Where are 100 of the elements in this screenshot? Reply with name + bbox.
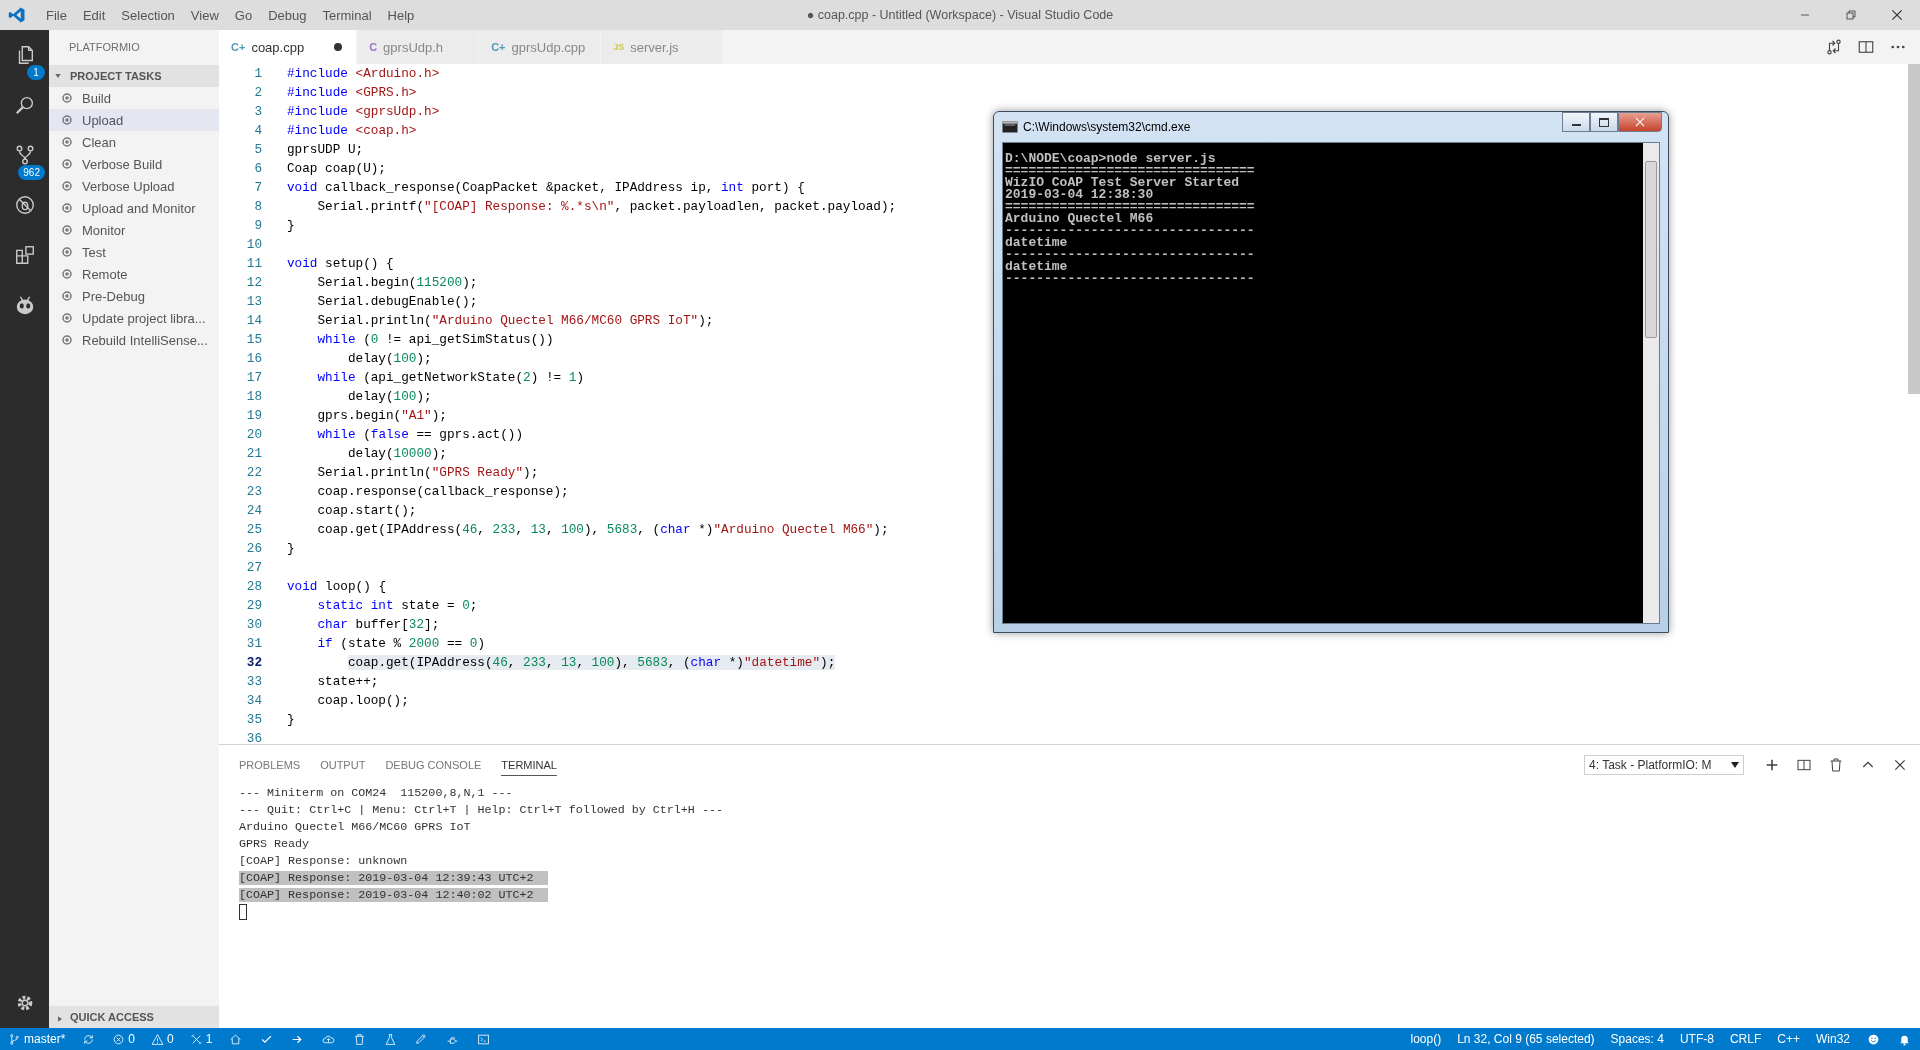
- status-item[interactable]: 0: [143, 1032, 182, 1046]
- task-item[interactable]: Verbose Upload: [49, 175, 219, 197]
- panel-tab[interactable]: OUTPUT: [320, 754, 366, 776]
- status-item[interactable]: Win32: [1808, 1032, 1858, 1046]
- code-line: char buffer[32];: [316, 616, 440, 634]
- line-number: 23: [245, 483, 262, 501]
- menu-item[interactable]: View: [182, 7, 227, 23]
- task-item[interactable]: Upload: [49, 109, 219, 131]
- status-item[interactable]: 0: [104, 1032, 144, 1046]
- code-line: delay(100);: [346, 350, 432, 368]
- code-line: while (api_getNetworkState(2) != 1): [316, 369, 584, 387]
- line-number: 5: [253, 141, 262, 159]
- menu-item[interactable]: Debug: [260, 7, 315, 23]
- editor-tab[interactable]: JS server.js: [601, 30, 724, 64]
- maximize-button[interactable]: [1590, 112, 1618, 132]
- task-item[interactable]: Verbose Build: [49, 153, 219, 175]
- split-editor-icon[interactable]: [1857, 38, 1875, 56]
- code-line: state++;: [316, 673, 379, 691]
- scrollbar-thumb[interactable]: [1908, 64, 1920, 394]
- line-number: 13: [245, 293, 262, 311]
- status-item[interactable]: Spaces: 4: [1602, 1032, 1672, 1046]
- file-type-icon: JS: [613, 42, 625, 52]
- editor-tab[interactable]: C+ gprsUdp.cpp: [479, 30, 602, 64]
- panel-tab[interactable]: DEBUG CONSOLE: [385, 754, 482, 776]
- smiley-icon[interactable]: [1867, 1032, 1880, 1046]
- line-number: 10: [245, 236, 262, 254]
- pencil-icon[interactable]: [415, 1032, 429, 1046]
- debug-icon[interactable]: [13, 194, 36, 216]
- console-line: ================================: [1004, 165, 1256, 177]
- terminal-icon[interactable]: [477, 1032, 491, 1046]
- close-icon[interactable]: [1892, 757, 1908, 773]
- editor-tab[interactable]: C+ coap.cpp: [219, 30, 358, 64]
- code-line: Serial.printf("[COAP] Response: %.*s\n", packet.payloadlen, packet.payload);: [316, 198, 897, 216]
- terminal-dropdown[interactable]: 4: Task - PlatformIO: M: [1584, 755, 1744, 775]
- line-number: 29: [245, 597, 262, 615]
- task-icon: [61, 268, 73, 280]
- minimize-button[interactable]: [1562, 112, 1590, 132]
- line-number: 18: [245, 388, 262, 406]
- extensions-icon[interactable]: [13, 244, 36, 266]
- task-item[interactable]: Remote: [49, 263, 219, 285]
- trash-icon[interactable]: [353, 1032, 367, 1046]
- status-item[interactable]: CRLF: [1721, 1032, 1770, 1046]
- code-line: coap.get(IPAddress(46, 233, 13, 100), 5683, (char *)"Arduino Quectel M66");: [316, 521, 889, 539]
- flask-icon[interactable]: [384, 1032, 398, 1046]
- code-line: void loop() {: [287, 578, 386, 596]
- task-item[interactable]: Update project libra...: [49, 307, 219, 329]
- line-number: 21: [245, 445, 262, 463]
- compare-icon[interactable]: [1825, 38, 1843, 56]
- line-number: 14: [245, 312, 262, 330]
- section-header[interactable]: QUICK ACCESS: [49, 1006, 219, 1028]
- code-line: }: [287, 711, 295, 729]
- task-icon: [61, 114, 73, 126]
- vscode-logo-icon: [8, 6, 26, 24]
- console-line: datetime: [1004, 261, 1069, 273]
- task-icon: [61, 290, 73, 302]
- panel-tab[interactable]: PROBLEMS: [239, 754, 301, 776]
- status-item[interactable]: 1: [181, 1032, 221, 1046]
- line-number: 28: [245, 578, 262, 596]
- panel-tab[interactable]: TERMINAL: [501, 754, 557, 776]
- status-item[interactable]: C++: [1769, 1032, 1808, 1046]
- code-line: coap.loop();: [316, 692, 409, 710]
- menu-item[interactable]: Terminal: [314, 7, 380, 23]
- line-number: 6: [253, 160, 262, 178]
- task-item[interactable]: Build: [49, 87, 219, 109]
- status-item[interactable]: UTF-8: [1671, 1032, 1722, 1046]
- search-icon[interactable]: [13, 94, 36, 116]
- code-line: coap.response(callback_response);: [316, 483, 569, 501]
- task-item[interactable]: Test: [49, 241, 219, 263]
- task-item[interactable]: Upload and Monitor: [49, 197, 219, 219]
- trash-icon[interactable]: [1828, 757, 1844, 773]
- menu-item[interactable]: Go: [226, 7, 261, 23]
- error-icon: [112, 1032, 126, 1046]
- task-icon: [61, 136, 73, 148]
- task-icon: [61, 180, 73, 192]
- section-header[interactable]: PROJECT TASKS: [49, 65, 219, 87]
- status-item[interactable]: loop(): [1402, 1032, 1450, 1046]
- status-item[interactable]: Ln 32, Col 9 (65 selected): [1449, 1032, 1603, 1046]
- status-item[interactable]: master*: [0, 1032, 74, 1046]
- sync-icon[interactable]: [82, 1032, 96, 1046]
- editor-tab[interactable]: C gprsUdp.h: [357, 30, 480, 64]
- task-item[interactable]: Pre-Debug: [49, 285, 219, 307]
- plus-icon[interactable]: [1764, 757, 1780, 773]
- menu-item[interactable]: Selection: [113, 7, 183, 23]
- task-icon: [61, 312, 73, 324]
- line-number: 11: [245, 255, 262, 273]
- line-number: 8: [253, 198, 262, 216]
- split-terminal-icon[interactable]: [1796, 757, 1812, 773]
- task-icon: [61, 158, 73, 170]
- line-number: 17: [245, 369, 262, 387]
- task-item[interactable]: Rebuild IntelliSense...: [49, 329, 219, 351]
- line-number: 15: [245, 331, 262, 349]
- task-item[interactable]: Monitor: [49, 219, 219, 241]
- menu-item[interactable]: Edit: [74, 7, 114, 23]
- home-icon[interactable]: [229, 1032, 243, 1046]
- menu-item[interactable]: Help: [379, 7, 423, 23]
- task-item[interactable]: Clean: [49, 131, 219, 153]
- menu-item[interactable]: File: [38, 7, 75, 23]
- console-line: WizIO CoAP Test Server Started: [1004, 177, 1241, 189]
- scrollbar[interactable]: [1643, 143, 1659, 623]
- terminal-line: Arduino Quectel M66/MC60 GPRS IoT: [239, 820, 471, 834]
